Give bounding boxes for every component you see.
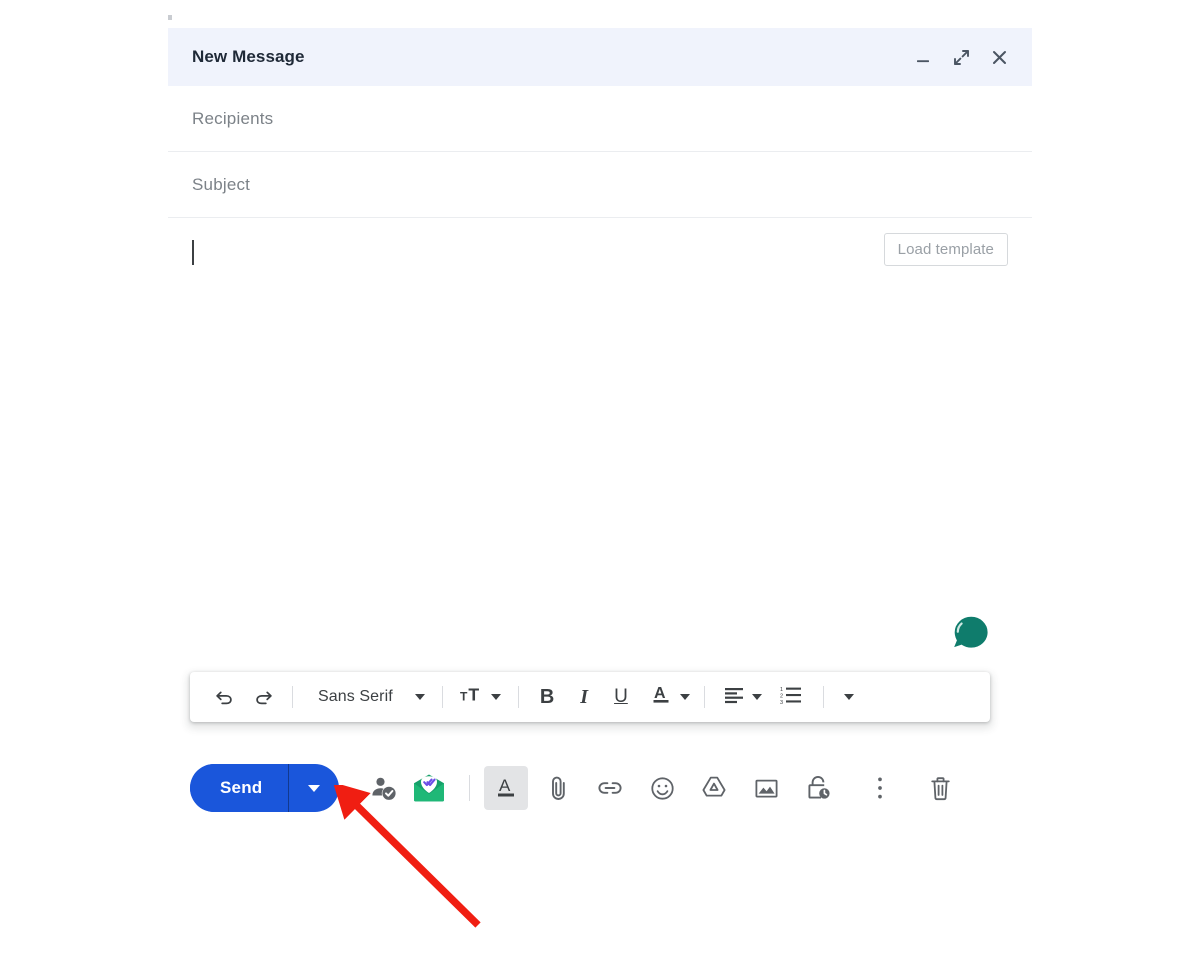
chevron-down-icon <box>490 694 501 700</box>
toolbar-divider <box>517 686 519 708</box>
close-icon[interactable] <box>988 46 1010 68</box>
mail-tracking-icon[interactable] <box>405 766 453 810</box>
svg-text:2: 2 <box>780 693 783 699</box>
discard-draft-icon[interactable] <box>918 766 962 810</box>
formatting-options-icon[interactable]: A <box>484 766 529 810</box>
recipients-placeholder: Recipients <box>192 108 274 128</box>
text-color-dropdown[interactable]: A <box>641 680 696 714</box>
minimize-icon[interactable] <box>912 46 934 68</box>
insert-emoji-icon[interactable] <box>640 766 684 810</box>
insert-link-icon[interactable] <box>588 766 632 810</box>
chevron-down-icon <box>843 694 854 700</box>
load-template-button[interactable]: Load template <box>883 233 1008 266</box>
window-corner-mark <box>168 15 172 20</box>
svg-text:T: T <box>468 684 479 704</box>
send-options-dropdown[interactable] <box>289 764 339 812</box>
font-family-label: Sans Serif <box>318 688 393 705</box>
expand-icon[interactable] <box>950 46 972 68</box>
font-size-icon: T T <box>460 684 486 711</box>
toolbar-divider <box>703 686 705 708</box>
action-bar: Send A <box>190 760 1020 816</box>
chevron-down-icon <box>679 694 690 700</box>
toolbar-divider <box>441 686 443 708</box>
bold-button[interactable]: B <box>527 680 567 714</box>
attach-file-icon[interactable] <box>536 766 580 810</box>
toolbar-divider <box>292 686 293 708</box>
numbered-list-icon: 1 2 3 <box>780 685 803 710</box>
compose-window: New Message Recipients Subject Load temp… <box>168 28 1032 610</box>
chevron-down-icon <box>751 694 762 700</box>
text-color-icon: A <box>651 683 673 712</box>
redo-icon[interactable] <box>244 680 284 714</box>
chat-bubble-icon <box>948 611 994 662</box>
underline-button[interactable]: U <box>601 680 641 714</box>
align-dropdown[interactable] <box>713 680 768 714</box>
text-caret <box>192 240 194 265</box>
svg-text:T: T <box>460 689 468 703</box>
chat-bubble-fab[interactable] <box>943 608 999 664</box>
font-family-dropdown[interactable]: Sans Serif <box>301 680 434 714</box>
recipients-field[interactable]: Recipients <box>168 86 1032 152</box>
more-options-icon[interactable] <box>858 766 902 810</box>
align-left-icon <box>723 685 745 710</box>
numbered-list-button[interactable]: 1 2 3 <box>768 680 815 714</box>
svg-text:A: A <box>499 776 511 795</box>
send-button[interactable]: Send <box>190 764 289 812</box>
message-body[interactable]: Load template <box>168 218 1032 610</box>
action-divider <box>469 775 471 801</box>
italic-button[interactable]: I <box>567 680 601 714</box>
chevron-down-icon <box>414 694 425 700</box>
svg-text:A: A <box>654 685 666 702</box>
compose-header: New Message <box>168 28 1032 86</box>
formatting-toolbar: Sans Serif T T B I U A 1 2 3 <box>190 672 990 722</box>
confidential-mode-icon[interactable] <box>796 766 840 810</box>
window-controls <box>912 46 1010 68</box>
svg-text:1: 1 <box>780 687 783 693</box>
subject-field[interactable]: Subject <box>168 152 1032 218</box>
contact-verified-icon[interactable] <box>361 766 405 810</box>
svg-text:3: 3 <box>780 700 783 705</box>
insert-photo-icon[interactable] <box>744 766 788 810</box>
subject-placeholder: Subject <box>192 174 251 194</box>
toolbar-divider <box>822 686 824 708</box>
insert-drive-icon[interactable] <box>692 766 736 810</box>
font-size-dropdown[interactable]: T T <box>451 680 510 714</box>
send-group: Send <box>190 764 340 812</box>
more-formatting-dropdown[interactable] <box>832 680 866 714</box>
page-title: New Message <box>192 47 305 66</box>
chevron-down-icon <box>308 784 321 792</box>
undo-icon[interactable] <box>204 680 244 714</box>
